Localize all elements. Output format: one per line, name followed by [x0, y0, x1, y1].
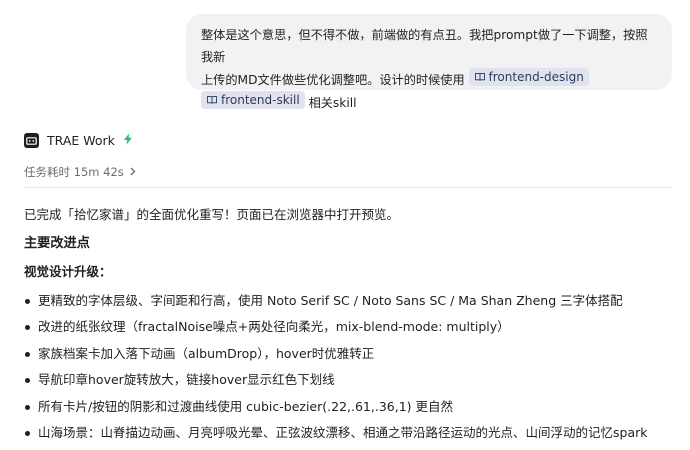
user-message-line-1: 整体是这个意思，但不得不做，前端做的有点丑。我把prompt做了一下调整，按照我…	[201, 28, 648, 64]
heading-visual-design: 视觉设计升级：	[24, 264, 112, 279]
bolt-icon	[123, 133, 133, 148]
agent-name: TRAE Work	[47, 133, 115, 148]
list-item: 更精致的字体层级、字间距和行高，使用 Noto Serif SC / Noto …	[24, 288, 684, 314]
user-message-tail: 相关skill	[308, 96, 357, 110]
list-item: 山海场景：山脊描边动画、月亮呼吸光晕、正弦波纹漂移、相通之带沿路径运动的光点、山…	[24, 420, 684, 446]
skill-chip-frontend-design[interactable]: frontend-design	[468, 68, 589, 86]
user-message-line-3: frontend-skill 相关skill	[201, 91, 658, 114]
list-item: 导航印章hover旋转放大，链接hover显示红色下划线	[24, 367, 684, 393]
improvement-list: 更精致的字体层级、字间距和行高，使用 Noto Serif SC / Noto …	[24, 288, 684, 446]
skill-chip-label: frontend-design	[488, 70, 584, 84]
response-summary: 已完成「拾忆家谱」的全面优化重写！页面已在浏览器中打开预览。	[24, 207, 400, 222]
task-duration-label: 任务耗时 15m 42s	[24, 165, 124, 179]
book-icon	[474, 73, 485, 81]
book-icon	[207, 96, 217, 104]
skill-chip-frontend-skill[interactable]: frontend-skill	[201, 91, 305, 109]
agent-header: TRAE Work	[24, 133, 133, 148]
user-message-line-2: 上传的MD文件做些优化调整吧。设计的时候使用 frontend-design	[201, 68, 658, 91]
list-item: 家族档案卡加入落下动画（albumDrop），hover时优雅转正	[24, 341, 684, 367]
trae-logo-icon	[24, 133, 39, 148]
user-message-text: 上传的MD文件做些优化调整吧。设计的时候使用	[201, 73, 465, 87]
chevron-right-icon	[130, 165, 136, 179]
list-item: 改进的纸张纹理（fractalNoise噪点+两处径向柔光，mix-blend-…	[24, 314, 684, 340]
list-item: 所有卡片/按钮的阴影和过渡曲线使用 cubic-bezier(.22,.61,.…	[24, 394, 684, 420]
divider	[24, 187, 672, 188]
heading-main-improvements: 主要改进点	[24, 236, 90, 251]
user-message-bubble: 整体是这个意思，但不得不做，前端做的有点丑。我把prompt做了一下调整，按照我…	[186, 14, 672, 110]
task-duration-toggle[interactable]: 任务耗时 15m 42s	[24, 164, 136, 180]
skill-chip-label: frontend-skill	[221, 93, 300, 107]
agent-response: 已完成「拾忆家谱」的全面优化重写！页面已在浏览器中打开预览。 主要改进点 视觉设…	[24, 204, 684, 440]
